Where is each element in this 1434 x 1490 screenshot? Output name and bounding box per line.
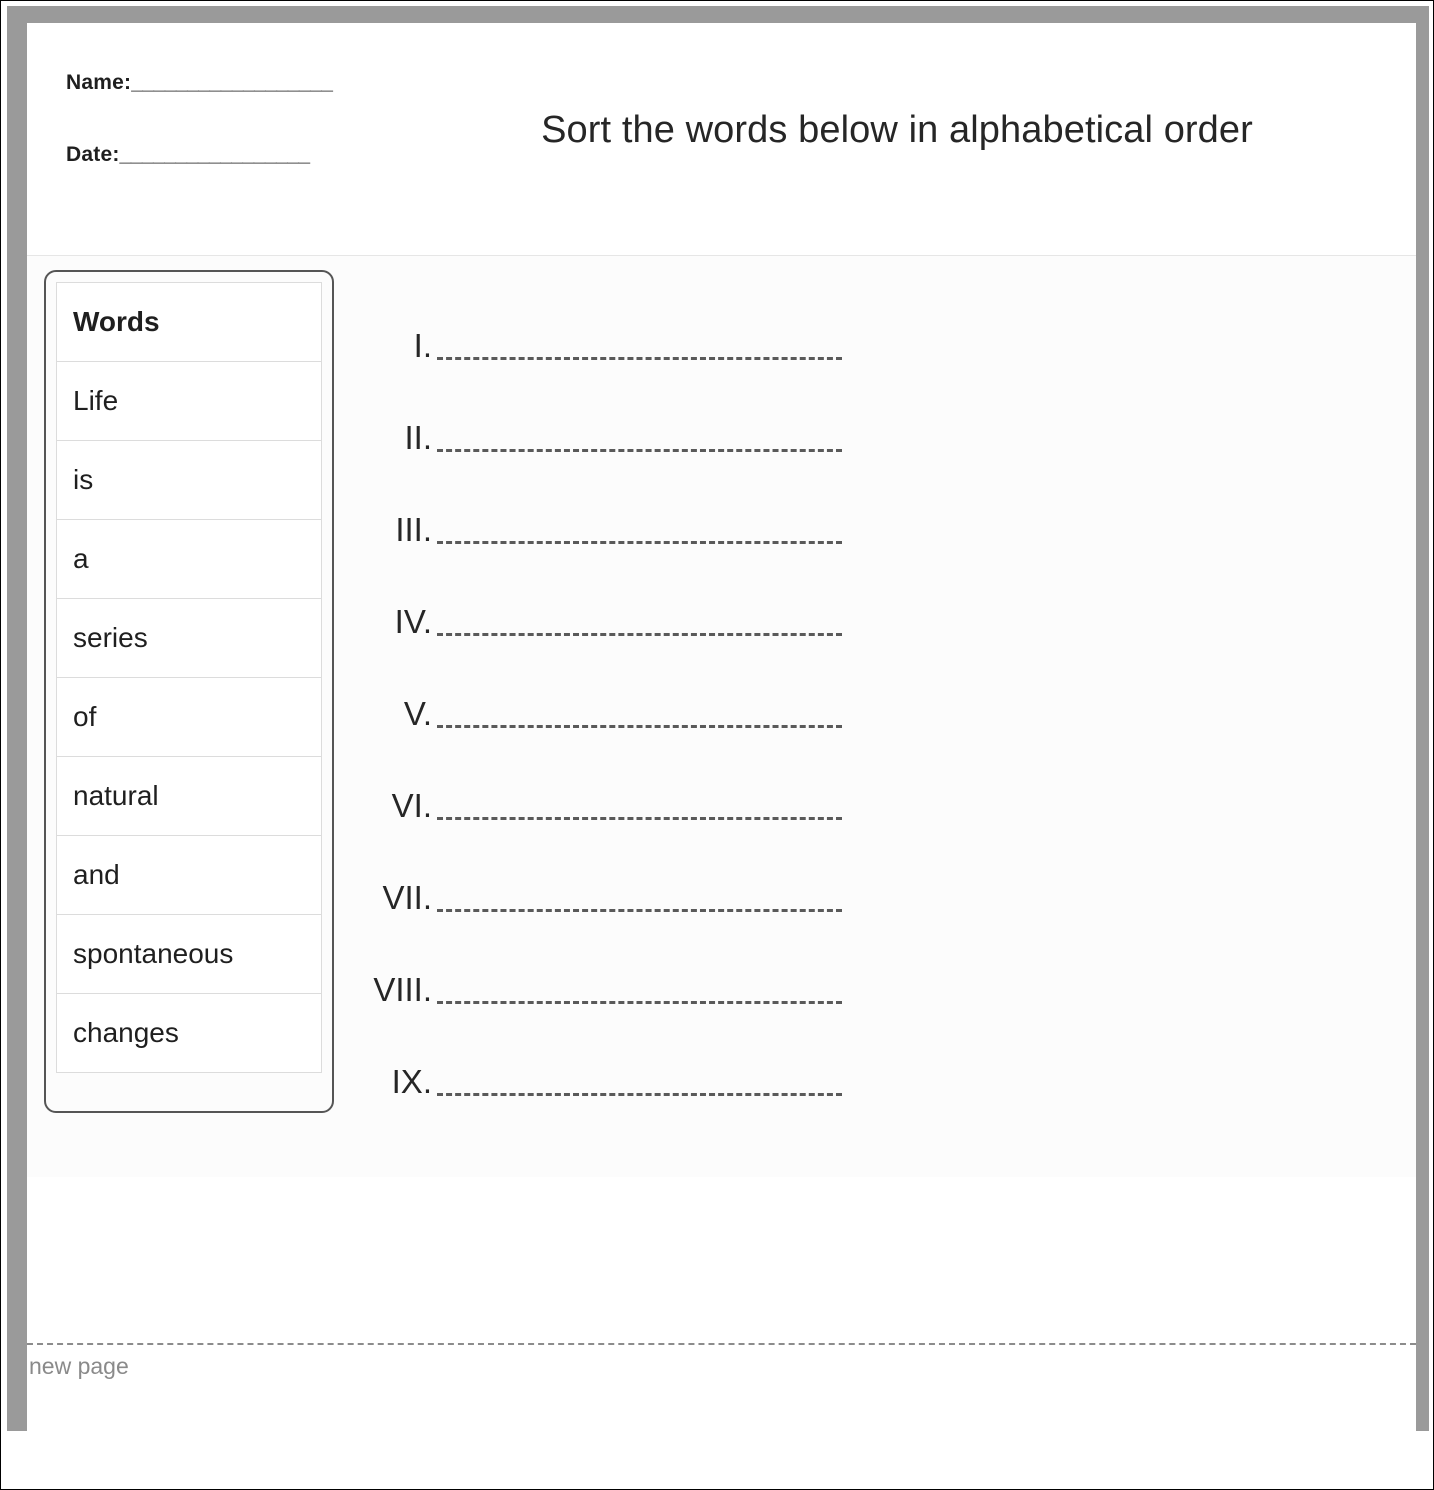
word-cell: spontaneous <box>56 914 322 994</box>
page-title: Sort the words below in alphabetical ord… <box>541 109 1253 151</box>
answer-row: IX. <box>357 1010 977 1102</box>
answer-numeral: I. <box>413 327 432 364</box>
new-page-separator <box>27 1343 1416 1345</box>
answer-blank-line[interactable] <box>437 633 842 636</box>
worksheet-tail: new page <box>27 1177 1416 1483</box>
word-cell: of <box>56 677 322 757</box>
answer-numeral: II. <box>404 419 432 456</box>
date-field-blank[interactable]: _________________ <box>120 143 311 166</box>
answer-numeral: III. <box>395 511 432 548</box>
table-row: natural <box>56 756 322 836</box>
table-row: of <box>56 677 322 757</box>
answer-blank-line[interactable] <box>437 909 842 912</box>
worksheet-page: Name:__________________ Date:___________… <box>27 23 1416 1483</box>
answer-blank-line[interactable] <box>437 1093 842 1096</box>
worksheet-header: Name:__________________ Date:___________… <box>27 23 1416 256</box>
answer-row: II. <box>357 366 977 458</box>
answer-blank-line[interactable] <box>437 449 842 452</box>
answer-numeral: IX. <box>391 1063 432 1100</box>
word-cell: natural <box>56 756 322 836</box>
name-field-row: Name:__________________ <box>66 70 486 95</box>
word-cell: series <box>56 598 322 678</box>
answer-numeral: VIII. <box>373 971 432 1008</box>
worksheet-body: Words Life is a series of natural and sp… <box>27 256 1416 1177</box>
answer-row: VI. <box>357 734 977 826</box>
table-header-row: Words <box>56 282 322 362</box>
new-page-label: new page <box>29 1353 129 1379</box>
answer-row: V. <box>357 642 977 734</box>
answer-blank-line[interactable] <box>437 817 842 820</box>
answers-list: I. II. III. IV. V. VI. VII. VIII. IX. <box>357 274 977 1102</box>
answer-blank-line[interactable] <box>437 357 842 360</box>
words-card: Words Life is a series of natural and sp… <box>44 270 334 1113</box>
word-cell: changes <box>56 993 322 1073</box>
table-row: series <box>56 598 322 678</box>
date-field-row: Date:_________________ <box>66 142 486 167</box>
answer-row: III. <box>357 458 977 550</box>
word-cell: a <box>56 519 322 599</box>
word-cell: is <box>56 440 322 520</box>
table-row: changes <box>56 993 322 1073</box>
table-row: spontaneous <box>56 914 322 994</box>
words-table: Words Life is a series of natural and sp… <box>56 282 322 1073</box>
answer-blank-line[interactable] <box>437 541 842 544</box>
answer-row: VII. <box>357 826 977 918</box>
answer-row: IV. <box>357 550 977 642</box>
table-row: a <box>56 519 322 599</box>
answer-row: VIII. <box>357 918 977 1010</box>
answer-numeral: VII. <box>382 879 432 916</box>
answer-numeral: VI. <box>391 787 432 824</box>
student-meta-block: Name:__________________ Date:___________… <box>66 70 486 167</box>
word-cell: Life <box>56 361 322 441</box>
worksheet-screen: Name:__________________ Date:___________… <box>0 0 1434 1490</box>
date-field-label: Date: <box>66 143 120 167</box>
table-row: Life <box>56 361 322 441</box>
words-column-header: Words <box>56 282 322 362</box>
word-cell: and <box>56 835 322 915</box>
answer-numeral: IV. <box>394 603 432 640</box>
table-row: is <box>56 440 322 520</box>
answer-blank-line[interactable] <box>437 725 842 728</box>
answer-blank-line[interactable] <box>437 1001 842 1004</box>
answer-numeral: V. <box>403 695 432 732</box>
name-field-label: Name: <box>66 71 132 94</box>
name-field-blank[interactable]: __________________ <box>131 71 333 94</box>
table-row: and <box>56 835 322 915</box>
answer-row: I. <box>357 274 977 366</box>
